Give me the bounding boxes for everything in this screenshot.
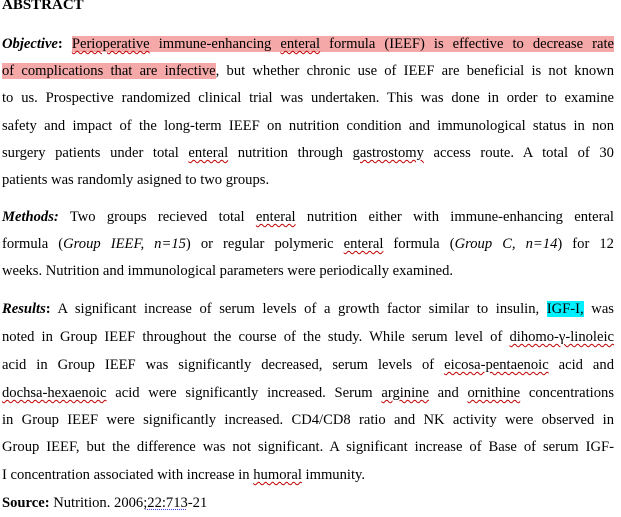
- objective-label: Objective: [2, 36, 58, 52]
- text-span: formula (: [2, 236, 64, 252]
- text-span: Nutrition. 2006: [49, 495, 144, 511]
- grammar-check-span: ;22:713: [143, 495, 188, 511]
- objective-line-2: of complications that are infective, but…: [2, 58, 614, 85]
- results-line-3: acid in Group IEEF was significantly dec…: [2, 352, 614, 379]
- spellcheck-word: enteral: [255, 209, 296, 225]
- objective-line-1: Objective: Perioperative immune-enhancin…: [2, 31, 614, 58]
- highlighted-phrase: of complications that are infective: [2, 63, 216, 79]
- text-span: ) for 12: [557, 236, 614, 252]
- group-c-label: Group C, n=14: [454, 236, 558, 252]
- results-line-1: Results: A significant increase of serum…: [2, 296, 614, 323]
- spellcheck-word: enteral: [188, 145, 229, 161]
- text-span: nutrition through: [228, 145, 353, 161]
- text-span: access route. A total of 30: [423, 145, 614, 161]
- spellcheck-word: dihomo-γ-linoleic: [509, 329, 614, 345]
- text-span: nutrition either with immune-enhancing e…: [295, 209, 614, 225]
- results-line-7: I concentration associated with increase…: [2, 462, 365, 489]
- highlighted-term: IGF-I,: [546, 301, 584, 317]
- text-span: acid were significantly increased. Serum: [106, 385, 382, 401]
- methods-line-3: weeks. Nutrition and immunological param…: [2, 263, 454, 279]
- spellcheck-word: gastrostomy: [352, 145, 424, 161]
- methods-line-1: Methods: Two groups recieved total enter…: [2, 204, 614, 231]
- text-span: noted in Group IEEF throughout the cours…: [2, 329, 510, 345]
- text-span: -21: [187, 495, 208, 511]
- text-span: acid in Group IEEF was significantly dec…: [2, 357, 445, 373]
- text-span: and: [428, 385, 468, 401]
- spellcheck-word: arginine: [381, 385, 429, 401]
- spellcheck-word: enteral: [280, 36, 321, 52]
- text-span: was: [583, 301, 614, 317]
- spellcheck-word: humoral: [253, 467, 302, 483]
- results-line-2: noted in Group IEEF throughout the cours…: [2, 324, 614, 351]
- text-span: acid and: [548, 357, 614, 373]
- text-span: formula (IEEF) is effective to decrease …: [320, 36, 614, 52]
- text-span: immunity.: [301, 467, 365, 483]
- text-span: ) or regular polymeric: [185, 236, 344, 252]
- text-span: formula (: [383, 236, 455, 252]
- spellcheck-word: enteral: [343, 236, 384, 252]
- objective-line-6: patients was randomly asigned to two gro…: [2, 172, 270, 188]
- spellcheck-word: eicosa-pentaenoic: [444, 357, 549, 373]
- spellcheck-word: Perioperative: [71, 36, 150, 52]
- text-span: Two groups recieved total: [58, 209, 256, 225]
- objective-colon: :: [57, 36, 63, 52]
- results-line-6: Group IEEF, but the difference was not s…: [2, 439, 614, 455]
- methods-label: Methods:: [2, 209, 59, 225]
- highlighted-phrase: Perioperative immune-enhancing enteral f…: [71, 36, 614, 52]
- objective-line-5: surgery patients under total enteral nut…: [2, 140, 614, 167]
- results-line-4: dochsa-hexaenoic acid were significantly…: [2, 380, 614, 407]
- text-span: concentrations: [520, 385, 614, 401]
- abstract-document: ABSTRACT Objective: Perioperative immune…: [0, 0, 621, 513]
- spellcheck-word: dochsa-hexaenoic: [2, 385, 107, 401]
- text-span: immune-enhancing: [149, 36, 281, 52]
- group-ieef-label: Group IEEF, n=15: [63, 236, 186, 252]
- abstract-heading: ABSTRACT: [2, 0, 84, 13]
- results-label: Results: [2, 301, 46, 317]
- objective-line-3: to us. Prospective randomized clinical t…: [2, 90, 614, 106]
- text-span: surgery patients under total: [2, 145, 189, 161]
- text-span: , but whether chronic use of IEEF are be…: [215, 63, 614, 79]
- spellcheck-word: ornithine: [467, 385, 521, 401]
- methods-line-2: formula (Group IEEF, n=15) or regular po…: [2, 231, 614, 258]
- results-line-5: in Group IEEF were significantly increas…: [2, 412, 614, 428]
- text-span: A significant increase of serum levels o…: [50, 301, 547, 317]
- source-label: Source:: [2, 495, 50, 511]
- objective-line-4: safety and impact of the long-term IEEF …: [2, 118, 614, 134]
- text-span: I concentration associated with increase…: [2, 467, 254, 483]
